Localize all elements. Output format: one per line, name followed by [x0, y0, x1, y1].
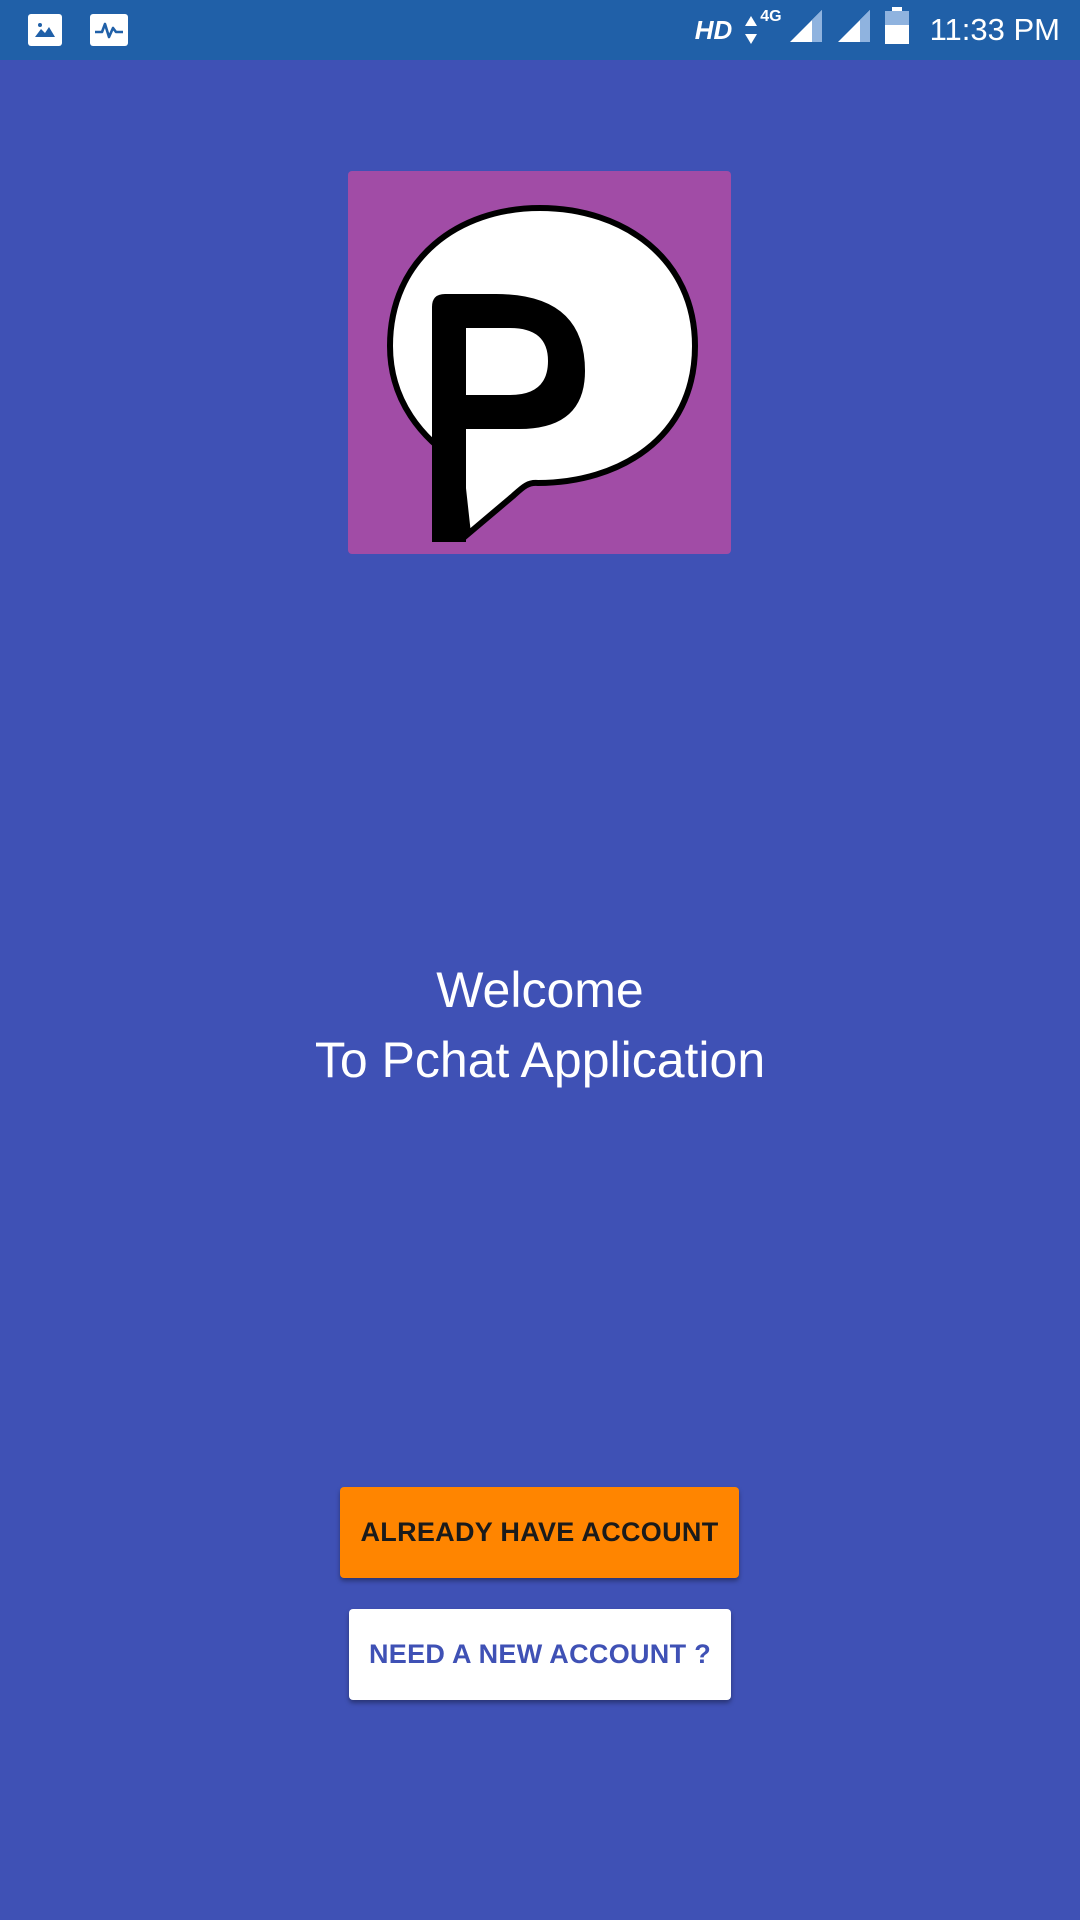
- system-indicators: HD 4G 11:33 PM: [695, 0, 1060, 60]
- activity-icon: [90, 14, 128, 46]
- network-type: 4G: [760, 8, 782, 25]
- need-new-account-button[interactable]: NEED A NEW ACCOUNT ?: [349, 1609, 731, 1700]
- chat-bubble-icon: [386, 204, 699, 542]
- clock: 11:33 PM: [929, 12, 1060, 47]
- hd-indicator: HD: [694, 14, 733, 45]
- signal-icon: [788, 8, 824, 52]
- signal-icon-2: [836, 8, 872, 52]
- welcome-title: Welcome: [436, 962, 644, 1018]
- data-arrows-icon: [744, 15, 758, 45]
- battery-icon: [884, 7, 910, 53]
- welcome-subtitle: To Pchat Application: [314, 1032, 766, 1088]
- gallery-icon: [28, 14, 62, 46]
- notification-icons: [28, 14, 128, 46]
- status-bar: HD 4G 11:33 PM: [0, 0, 1080, 60]
- already-have-account-button[interactable]: ALREADY HAVE ACCOUNT: [340, 1487, 739, 1578]
- app-logo: [348, 171, 731, 554]
- welcome-text: Welcome To Pchat Application: [0, 955, 1080, 1095]
